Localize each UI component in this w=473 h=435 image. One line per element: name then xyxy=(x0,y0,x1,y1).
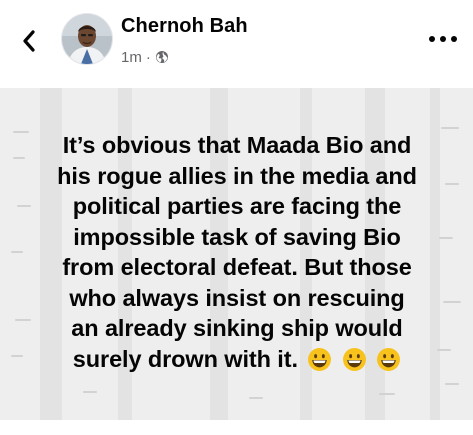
more-options-button[interactable] xyxy=(426,28,460,50)
post-text-line: an already sinking ship would xyxy=(71,315,403,341)
ellipsis-horizontal-icon xyxy=(429,36,457,42)
post-text-line: surely drown with it. xyxy=(72,345,298,372)
post-timestamp[interactable]: 1m xyxy=(121,49,142,66)
post-meta: 1m · xyxy=(121,48,169,66)
post-text-last-line: surely drown with it. xyxy=(22,344,452,375)
chevron-left-icon xyxy=(23,30,35,52)
post-text-line: impossible task of saving Bio xyxy=(73,223,401,250)
back-button[interactable] xyxy=(14,24,44,58)
globe-icon xyxy=(155,51,168,63)
post-text-line: political parties are facing the xyxy=(72,193,402,219)
grinning-face-emoji xyxy=(342,347,366,371)
avatar[interactable] xyxy=(61,13,113,65)
post-text-line: who always insist on rescuing xyxy=(69,284,405,311)
post-footer-spacer xyxy=(0,420,473,435)
post-text-line: his rogue allies in the media and xyxy=(57,162,417,189)
post-screen: Chernoh Bah 1m · It’s obvious that Maada… xyxy=(0,0,473,435)
grinning-face-emoji xyxy=(308,347,332,371)
profile-photo xyxy=(62,14,112,64)
post-text-line: It’s obvious that Maada Bio and xyxy=(62,132,412,158)
post-text-line: from electoral defeat. But those xyxy=(62,254,412,280)
post-text: It’s obvious that Maada Bio and his rogu… xyxy=(22,130,452,374)
post-header: Chernoh Bah 1m · xyxy=(0,0,473,86)
grinning-face-emoji xyxy=(377,347,401,371)
author-name[interactable]: Chernoh Bah xyxy=(121,15,248,38)
meta-separator: · xyxy=(145,48,151,66)
post-text-card: It’s obvious that Maada Bio and his rogu… xyxy=(0,88,473,420)
